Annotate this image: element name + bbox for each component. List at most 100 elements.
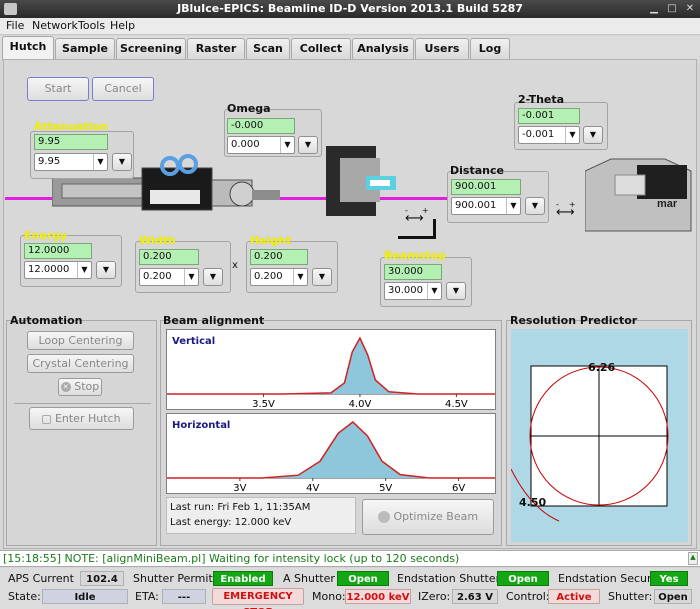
omega-select-value: 0.000 bbox=[231, 139, 260, 150]
omega-value: -0.000 bbox=[227, 118, 295, 134]
height-select[interactable]: 0.200 ▼ bbox=[250, 268, 308, 286]
height-label: Height bbox=[250, 234, 292, 247]
beam-alignment-title: Beam alignment bbox=[163, 314, 265, 327]
tab-bar: Hutch Sample Screening Raster Scan Colle… bbox=[0, 36, 700, 60]
state-label: State: bbox=[8, 590, 41, 603]
tab-collect[interactable]: Collect bbox=[291, 38, 351, 60]
status-bar: APS Current 102.4 Shutter Permit Enabled… bbox=[0, 568, 700, 609]
izero-value: 2.63 V bbox=[452, 589, 498, 604]
endstation-shutter-label: Endstation Shutter bbox=[397, 572, 501, 585]
width-label: Width bbox=[139, 234, 176, 247]
energy-label: Energy bbox=[24, 229, 68, 242]
a-shutter-label: A Shutter bbox=[283, 572, 335, 585]
chevron-down-icon: ▼ bbox=[184, 269, 198, 285]
energy-select-value: 12.0000 bbox=[28, 264, 70, 275]
beamstop-select-value: 30.000 bbox=[388, 285, 423, 296]
shutter-value: Open bbox=[654, 589, 692, 604]
tab-scan[interactable]: Scan bbox=[246, 38, 290, 60]
energy-select[interactable]: 12.0000 ▼ bbox=[24, 261, 92, 279]
distance-value: 900.001 bbox=[451, 179, 521, 195]
optimize-beam-button[interactable]: Optimize Beam bbox=[362, 499, 494, 535]
tick-label: 4V bbox=[306, 483, 319, 493]
enter-hutch-button[interactable]: Enter Hutch bbox=[29, 407, 134, 430]
control-value: Active bbox=[548, 589, 600, 604]
horizontal-plot-title: Horizontal bbox=[172, 420, 231, 431]
eta-value: --- bbox=[162, 589, 206, 604]
beamstop-move-arrow-icon: ⟷ bbox=[405, 211, 424, 226]
chevron-down-icon: ▼ bbox=[293, 269, 307, 285]
omega-motor-image bbox=[326, 146, 396, 216]
resolution-label-outer: 4.50 bbox=[519, 496, 547, 509]
tick-label: 4.5V bbox=[445, 399, 468, 409]
enter-hutch-label: Enter Hutch bbox=[54, 412, 121, 425]
two-theta-dropdown-button[interactable]: ▼ bbox=[583, 126, 603, 144]
endstation-secure-label: Endstation Secure bbox=[558, 572, 659, 585]
menu-file[interactable]: File bbox=[6, 19, 24, 32]
tick-label: 4.0V bbox=[349, 399, 372, 409]
title-bar: JBluIce-EPICS: Beamline ID-D Version 201… bbox=[0, 0, 700, 18]
menu-help[interactable]: Help bbox=[110, 19, 135, 32]
attenuation-dropdown-button[interactable]: ▼ bbox=[112, 153, 132, 171]
tick-label: 6V bbox=[452, 483, 465, 493]
loop-centering-button[interactable]: Loop Centering bbox=[27, 331, 134, 350]
beamstop-dropdown-button[interactable]: ▼ bbox=[446, 282, 466, 300]
width-value: 0.200 bbox=[139, 249, 199, 265]
plot-curve bbox=[167, 336, 495, 395]
start-button[interactable]: Start bbox=[27, 77, 89, 101]
menu-tools[interactable]: Tools bbox=[78, 19, 105, 32]
vertical-plot-svg: 3.5V 4.0V 4.5V bbox=[167, 336, 495, 410]
distance-select[interactable]: 900.001 ▼ bbox=[451, 197, 521, 215]
detector-move-arrow-icon: ⟷ bbox=[556, 205, 575, 220]
detector-image: mar bbox=[585, 158, 692, 232]
detector-brand-label: mar bbox=[657, 198, 678, 210]
endstation-secure-value: Yes bbox=[650, 571, 688, 586]
distance-dropdown-button[interactable]: ▼ bbox=[525, 197, 545, 215]
height-select-value: 0.200 bbox=[254, 271, 283, 282]
tick-label: 3.5V bbox=[252, 399, 275, 409]
menu-network[interactable]: Network bbox=[32, 19, 78, 32]
tick-label: 5V bbox=[379, 483, 392, 493]
height-dropdown-button[interactable]: ▼ bbox=[312, 268, 332, 286]
tick-label: 3V bbox=[233, 483, 246, 493]
log-scroll-up-icon[interactable]: ▲ bbox=[688, 552, 698, 565]
tab-log[interactable]: Log bbox=[470, 38, 510, 60]
energy-dropdown-button[interactable]: ▼ bbox=[96, 261, 116, 279]
emergency-stop-button[interactable]: EMERGENCY STOP bbox=[212, 588, 304, 609]
a-shutter-value: Open bbox=[337, 571, 389, 586]
chevron-down-icon: ▼ bbox=[427, 283, 441, 299]
resolution-predictor-title: Resolution Predictor bbox=[510, 314, 638, 327]
lock-icon bbox=[42, 414, 52, 424]
stop-icon: ✕ bbox=[60, 382, 71, 392]
tab-sample[interactable]: Sample bbox=[55, 38, 115, 60]
tab-users[interactable]: Users bbox=[415, 38, 469, 60]
tab-analysis[interactable]: Analysis bbox=[352, 38, 414, 60]
attenuation-select-value: 9.95 bbox=[38, 156, 61, 167]
vertical-plot-title: Vertical bbox=[172, 336, 216, 347]
izero-label: IZero: bbox=[418, 590, 451, 603]
two-theta-label: 2-Theta bbox=[518, 93, 565, 106]
optimize-beam-label: Optimize Beam bbox=[393, 510, 479, 523]
endstation-shutter-value: Open bbox=[497, 571, 549, 586]
two-theta-select[interactable]: -0.001 ▼ bbox=[518, 126, 580, 144]
tab-raster[interactable]: Raster bbox=[187, 38, 245, 60]
resolution-label-inner: 6.26 bbox=[588, 361, 616, 374]
beamstop-select[interactable]: 30.000 ▼ bbox=[384, 282, 442, 300]
omega-select[interactable]: 0.000 ▼ bbox=[227, 136, 295, 154]
attenuation-select[interactable]: 9.95 ▼ bbox=[34, 153, 108, 171]
menu-bar: File Network Tools Help bbox=[0, 18, 700, 35]
maximize-icon[interactable]: □ bbox=[666, 3, 678, 15]
window-title: JBluIce-EPICS: Beamline ID-D Version 201… bbox=[177, 2, 523, 15]
last-energy-text: Last energy: 12.000 keV bbox=[170, 517, 292, 528]
cancel-button[interactable]: Cancel bbox=[92, 77, 154, 101]
tab-screening[interactable]: Screening bbox=[116, 38, 186, 60]
crystal-centering-button[interactable]: Crystal Centering bbox=[27, 354, 134, 373]
width-dropdown-button[interactable]: ▼ bbox=[203, 268, 223, 286]
tab-hutch[interactable]: Hutch bbox=[2, 36, 54, 60]
close-icon[interactable]: ✕ bbox=[684, 3, 696, 15]
width-select[interactable]: 0.200 ▼ bbox=[139, 268, 199, 286]
minimize-icon[interactable]: ▁ bbox=[648, 3, 660, 15]
attenuation-value: 9.95 bbox=[34, 134, 108, 150]
omega-dropdown-button[interactable]: ▼ bbox=[298, 136, 318, 154]
vertical-plot: 3.5V 4.0V 4.5V bbox=[166, 329, 496, 410]
stop-button[interactable]: ✕ Stop bbox=[58, 378, 102, 396]
